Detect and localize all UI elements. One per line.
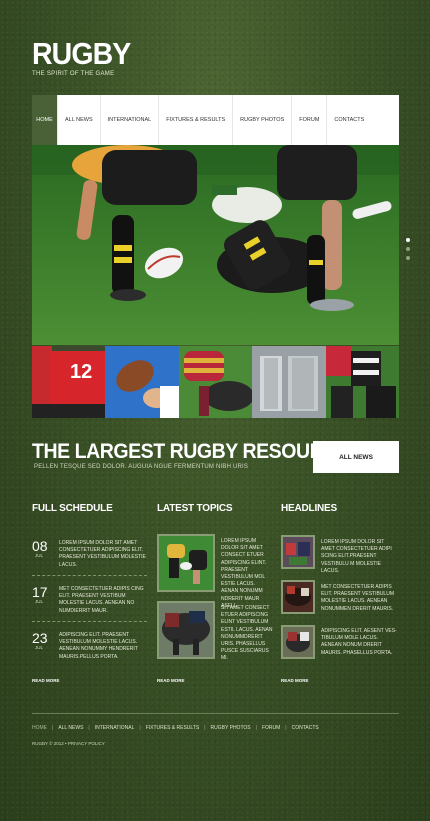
footer-link-all-news[interactable]: ALL NEWS [58, 725, 83, 731]
nav-all-news[interactable]: ALL NEWS [58, 95, 101, 145]
nav-rugby-photos[interactable]: RUGBY PHOTOS [233, 95, 293, 145]
headline-text: LOREM IPSUM DOLOR SIT AMET CONSECTETUER … [321, 539, 392, 574]
footer-link-home[interactable]: HOME [32, 725, 47, 731]
gallery-thumb[interactable]: 12 [32, 346, 106, 418]
schedule-date: 17 JUL [32, 585, 54, 604]
footer-separator: | [139, 725, 141, 731]
headline-thumbnail[interactable] [281, 580, 315, 614]
slider-dot[interactable] [406, 247, 410, 251]
schedule-day: 17 [32, 584, 48, 600]
schedule-day: 08 [32, 538, 48, 554]
nav-international[interactable]: INTERNATIONAL [101, 95, 160, 145]
jersey-number: 12 [70, 361, 92, 383]
schedule-date: 08 JUL [32, 539, 54, 558]
main-nav: HOME ALL NEWS INTERNATIONAL FIXTURES & R… [32, 95, 399, 145]
footer-separator: | [204, 725, 206, 731]
topic-thumbnail[interactable] [157, 534, 215, 592]
schedule-day: 23 [32, 630, 48, 646]
headline-text: ADIPISCING ELIT. AESENT VES- TIBULUM MOL… [321, 628, 397, 656]
copyright: RUGBY © 2012 • PRIVACY POLICY [32, 741, 105, 746]
schedule-date: 23 JUL [32, 631, 54, 650]
topics-read-more-link[interactable]: READ MORE [157, 678, 185, 683]
footer-divider [32, 713, 399, 714]
site-logo[interactable]: RUGBY THE SPIRIT OF THE GAME [32, 36, 139, 78]
schedule-title: FULL SCHEDULE [32, 503, 113, 514]
logo-title: RUGBY [32, 36, 131, 71]
divider [32, 621, 147, 622]
footer-nav: HOME | ALL NEWS | INTERNATIONAL | FIXTUR… [32, 725, 324, 731]
footer-link-forum[interactable]: FORUM [262, 725, 280, 731]
footer-link-contacts[interactable]: CONTACTS [292, 725, 319, 731]
footer-separator: | [285, 725, 287, 731]
nav-fixtures-results[interactable]: FIXTURES & RESULTS [159, 95, 234, 145]
hero-slide-image[interactable] [32, 145, 399, 345]
headlines-read-more-link[interactable]: READ MORE [281, 678, 309, 683]
nav-home[interactable]: HOME [32, 95, 58, 145]
promo-subtitle: PELLEN TESQUE SED DOLOR. AUGUIA NGUE FER… [34, 464, 249, 470]
nav-contacts[interactable]: CONTACTS [327, 95, 371, 145]
gallery-thumb[interactable] [178, 346, 253, 418]
schedule-text: LOREM IPSUM DOLOR SIT AMET CONSECTETUER … [59, 540, 146, 568]
schedule-text: MET CONSECTETUER ADIPIS CING ELIT. PRAES… [59, 586, 144, 614]
topic-thumbnail[interactable] [157, 601, 215, 659]
headlines-title: HEADLINES [281, 503, 337, 514]
headline-thumbnail[interactable] [281, 535, 315, 569]
footer-link-fixtures-results[interactable]: FIXTURES & RESULTS [146, 725, 200, 731]
headline-text: MET CONSECTETUER ADIPIS ELIT. PRAESENT V… [321, 584, 394, 612]
divider [32, 575, 147, 576]
topic-text: SIT AMET CONSECT ETUER ADIPISCING ELINT … [221, 605, 273, 662]
promo-title: THE LARGEST RUGBY RESOURCE [32, 440, 350, 463]
footer-separator: | [255, 725, 257, 731]
footer-separator: | [52, 725, 54, 731]
gallery-thumb[interactable] [252, 346, 326, 418]
slider-dot[interactable] [406, 238, 410, 242]
slider-dot[interactable] [406, 256, 410, 260]
schedule-text: ADIPISCING ELIT. PRAESENT VESTIBULUM MOL… [59, 632, 138, 660]
gallery-thumb[interactable] [105, 346, 179, 418]
footer-link-rugby-photos[interactable]: RUGBY PHOTOS [211, 725, 251, 731]
headline-thumbnail[interactable] [281, 625, 315, 659]
slider-pagination [406, 238, 410, 265]
topic-text: LOREM IPSUM DOLOR SIT AMET CONSECT ETUER… [221, 538, 267, 609]
latest-topics-title: LATEST TOPICS [157, 503, 233, 514]
all-news-button[interactable]: ALL NEWS [313, 441, 399, 473]
footer-separator: | [88, 725, 90, 731]
gallery-thumbnails: 12 [32, 346, 399, 418]
logo-tagline: THE SPIRIT OF THE GAME [32, 71, 115, 77]
footer-link-international[interactable]: INTERNATIONAL [95, 725, 135, 731]
nav-forum[interactable]: FORUM [292, 95, 328, 145]
schedule-read-more-link[interactable]: READ MORE [32, 678, 60, 683]
gallery-thumb[interactable] [325, 346, 399, 418]
